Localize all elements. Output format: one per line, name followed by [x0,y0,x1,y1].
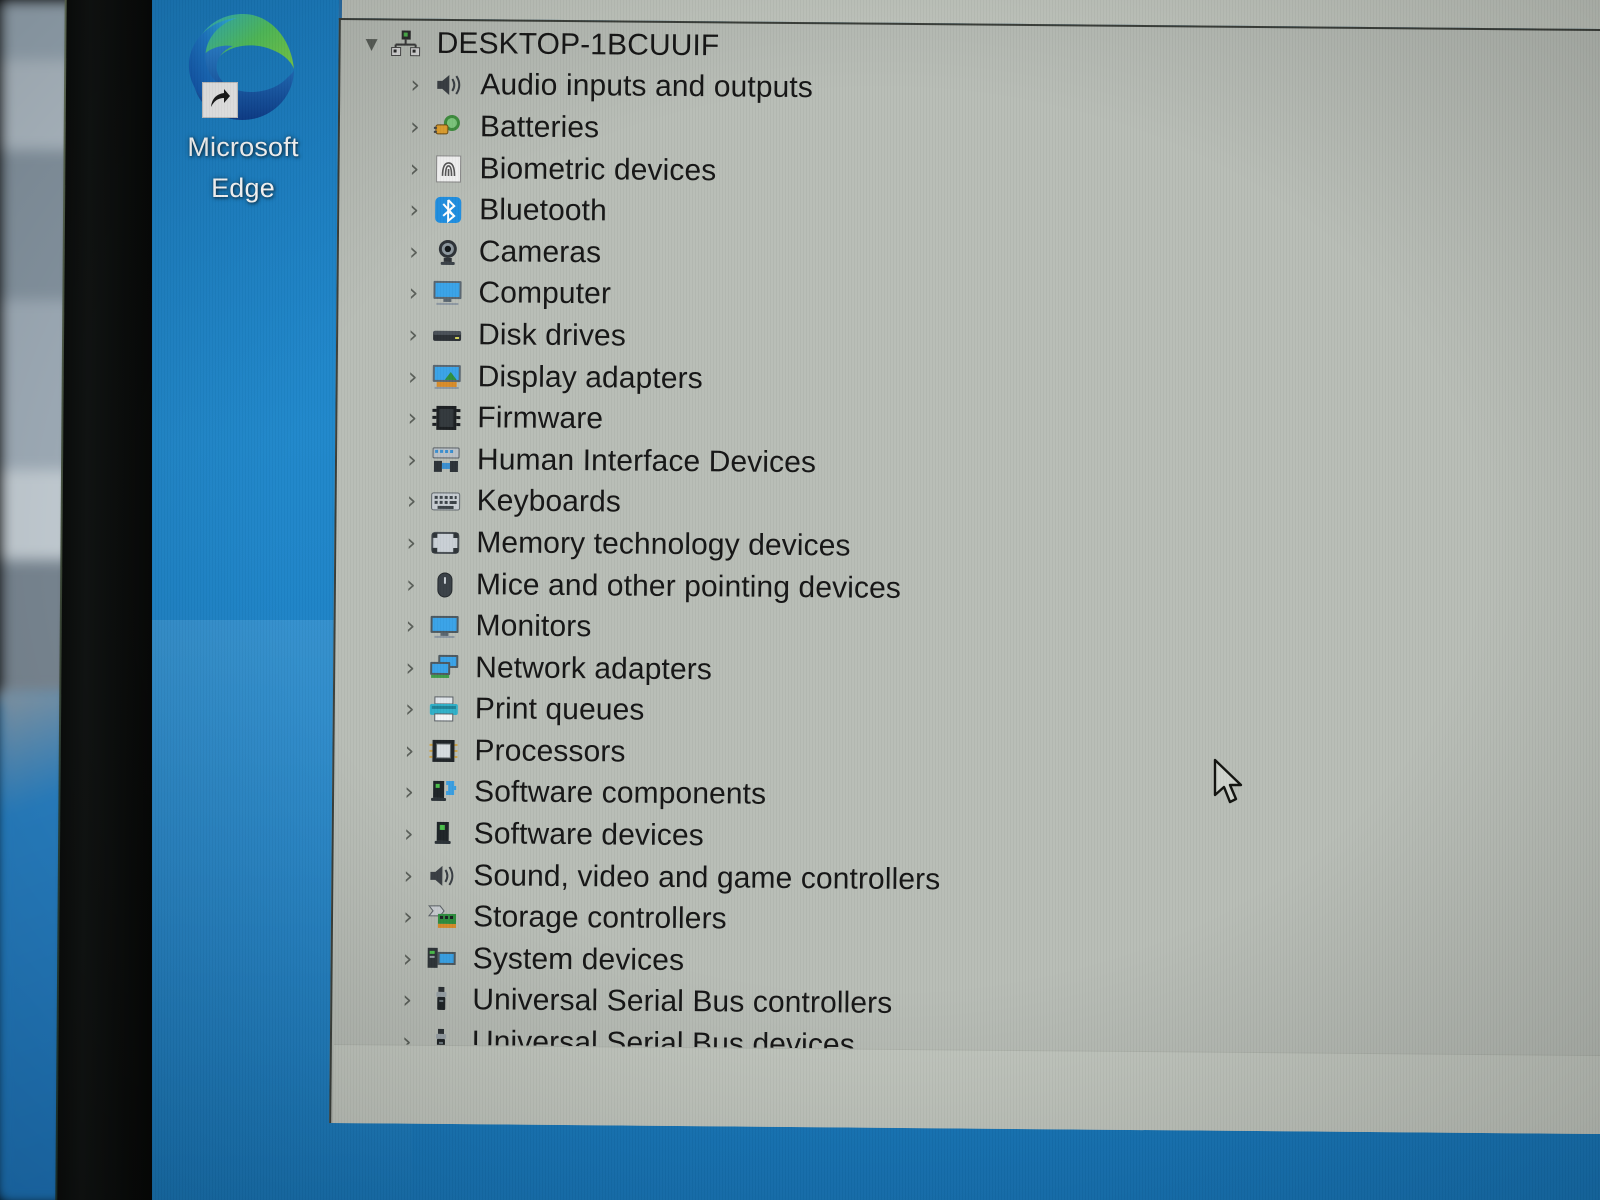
tree-node-label: Mice and other pointing devices [475,567,902,605]
tree-node-label: Monitors [475,609,592,644]
chevron-right-icon[interactable]: › [394,778,424,806]
tree-node-label: Computer [478,276,612,311]
processor-icon [424,734,462,768]
chevron-right-icon[interactable]: › [399,154,429,182]
desktop-icon-label-line2: Edge [211,173,275,203]
chip-icon [427,401,465,435]
chevron-right-icon[interactable]: › [393,944,423,972]
speaker-icon [430,68,468,102]
tree-node-label: System devices [472,942,685,977]
chevron-right-icon[interactable]: › [396,528,426,557]
chevron-right-icon[interactable]: › [398,279,428,307]
tree-node-label: Processors [474,734,626,769]
disk-drive-icon [428,318,466,352]
chevron-right-icon[interactable]: › [398,362,428,390]
chevron-right-icon[interactable]: › [398,320,428,349]
tree-node-label: Display adapters [477,359,703,395]
chevron-down-icon[interactable]: ▾ [357,29,387,57]
camera-icon [429,235,467,269]
monitor-bezel [57,0,163,1200]
chevron-right-icon[interactable]: › [397,487,427,515]
tree-node-label: Bluetooth [479,193,608,228]
device-manager-body: ▾ DESKTOP-1BCUUIF › Audio inputs and out… [329,17,1600,1135]
tree-node-label: Memory technology devices [476,526,851,563]
tree-node-label: Firmware [477,401,604,436]
chevron-right-icon[interactable]: › [395,653,425,681]
chevron-right-icon[interactable]: › [400,113,430,141]
computer-network-icon [386,26,424,60]
tree-node-label: Sound, video and game controllers [473,858,941,896]
chevron-right-icon[interactable]: › [399,196,429,224]
tree-node-label: Batteries [479,110,600,145]
fingerprint-icon [429,151,467,185]
tree-node-label: Network adapters [475,650,713,686]
chevron-right-icon[interactable]: › [393,903,423,931]
tree-node-label: Disk drives [477,318,627,353]
chevron-right-icon[interactable]: › [399,237,429,265]
device-tree[interactable]: ▾ DESKTOP-1BCUUIF › Audio inputs and out… [333,22,1600,1132]
desktop-icon-microsoft-edge[interactable]: Microsoft Edge [168,8,318,208]
tree-node-label: Human Interface Devices [476,442,817,479]
tree-node-label: Universal Serial Bus controllers [472,983,893,1021]
usb-icon [422,983,460,1017]
chevron-right-icon[interactable]: › [393,861,423,889]
chevron-right-icon[interactable]: › [397,445,427,473]
keyboard-icon [427,484,465,518]
monitor-blue-icon [425,609,463,643]
chevron-right-icon[interactable]: › [395,695,425,723]
display-adapter-icon [428,359,466,393]
chevron-right-icon[interactable]: › [400,71,430,99]
monitor-icon [428,276,466,310]
tree-node-label: Cameras [478,234,602,270]
shortcut-overlay-icon [202,82,238,118]
tree-node-label: Print queues [474,692,645,727]
tree-node-label: Storage controllers [472,900,727,936]
edge-icon [184,8,302,126]
device-manager-window: ▾ DESKTOP-1BCUUIF › Audio inputs and out… [329,0,1600,1135]
mouse-cursor [1212,758,1250,815]
software-component-icon [424,775,462,809]
mouse-icon [426,567,464,601]
desktop-icon-label-line1: Microsoft [187,132,299,162]
tree-node-label: Keyboards [476,484,622,519]
hid-icon [427,443,465,477]
tree-node-label: Biometric devices [479,151,717,187]
chevron-right-icon[interactable]: › [397,404,427,432]
network-adapter-icon [425,650,463,684]
chevron-right-icon[interactable]: › [395,612,425,640]
photo-of-monitor: Microsoft Edge ▾ DESKTOP-1BCUUIF › Audio… [0,0,1600,1200]
add-hardware-icon[interactable] [720,0,776,1]
battery-icon [430,110,468,144]
tree-node-label: Software components [473,775,767,812]
chevron-right-icon[interactable]: › [396,570,426,598]
chevron-right-icon[interactable]: › [394,820,424,848]
memory-card-icon [426,526,464,560]
storage-controller-icon [423,900,461,934]
chevron-right-icon[interactable]: › [394,736,424,764]
chevron-right-icon[interactable]: › [392,986,422,1014]
system-device-icon [423,942,461,976]
speaker-icon [423,858,461,892]
bluetooth-icon [429,193,467,227]
tree-node-root-label: DESKTOP-1BCUUIF [436,26,720,63]
tree-children-container: › Audio inputs and outputs › Batteries › Biom… [333,64,1600,1115]
tree-node-label: Audio inputs and outputs [480,68,814,105]
status-bar [333,1043,1600,1135]
printer-icon [425,692,463,726]
software-device-icon [424,817,462,851]
tree-node-label: Software devices [473,817,704,853]
